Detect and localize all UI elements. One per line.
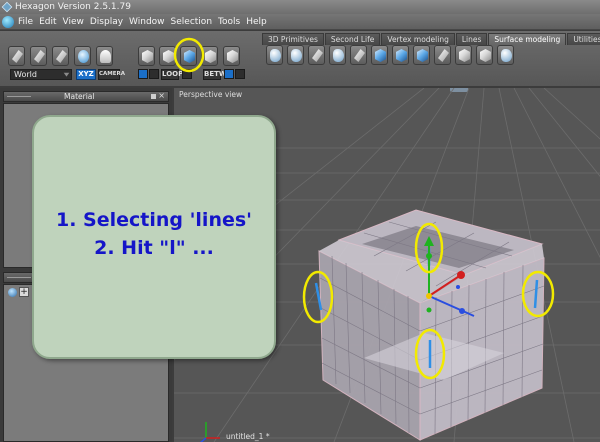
add-icon[interactable]: +: [19, 287, 29, 297]
select-points-button[interactable]: [138, 46, 155, 66]
panel-handle-icon: [7, 277, 31, 278]
tool-tabs: 3D Primitives Second Life Vertex modelin…: [262, 33, 600, 45]
menu-file[interactable]: File: [18, 14, 33, 30]
slice-icon: [438, 49, 449, 62]
menu-window[interactable]: Window: [129, 14, 165, 30]
coordinate-system-value: World: [14, 70, 37, 79]
instruction-callout: 1. Selecting 'lines' 2. Hit "l" ...: [32, 115, 276, 359]
surface-tool-2[interactable]: [287, 45, 304, 65]
disc-icon: [78, 50, 89, 63]
cube-all-icon: [227, 50, 238, 63]
hexagon-app-icon: [1, 1, 13, 13]
stack-icon: [459, 49, 470, 62]
coordinate-system-select[interactable]: World: [10, 69, 72, 80]
smooth-icon: [375, 49, 386, 62]
cube-points-icon: [142, 50, 153, 63]
lasso-icon: [34, 50, 45, 63]
menu-bar: File Edit View Display Window Selection …: [0, 14, 600, 30]
tab-second-life[interactable]: Second Life: [324, 33, 381, 45]
selection-option-toggle[interactable]: [138, 69, 148, 79]
callout-line-1: 1. Selecting 'lines': [55, 209, 252, 231]
shell-icon: [396, 49, 407, 62]
sphere-tool-button[interactable]: [74, 46, 91, 66]
material-panel-title: Material: [64, 92, 95, 101]
selection-extra-toggle[interactable]: [224, 69, 234, 79]
extrude-icon: [312, 49, 323, 62]
xyz-button[interactable]: XYZ: [76, 69, 96, 80]
menu-selection[interactable]: Selection: [171, 14, 212, 30]
tab-3d-primitives[interactable]: 3D Primitives: [262, 33, 324, 45]
menu-tools[interactable]: Tools: [218, 14, 240, 30]
selection-view-toggle[interactable]: [235, 69, 245, 79]
select-all-button[interactable]: [223, 46, 240, 66]
surface-tool-6[interactable]: [371, 45, 388, 65]
globe-icon[interactable]: [8, 288, 17, 297]
title-bar: Hexagon Version 2.5.1.79: [0, 0, 600, 14]
sweep-icon: [291, 49, 302, 62]
tab-utilities[interactable]: Utilities: [567, 33, 600, 45]
surface-tool-3[interactable]: [308, 45, 325, 65]
ghost-icon: [100, 50, 111, 63]
surface-tool-7[interactable]: [392, 45, 409, 65]
surface-tool-9[interactable]: [434, 45, 451, 65]
app-logo-icon[interactable]: [2, 16, 14, 28]
panel-close-icon[interactable]: ×: [158, 91, 165, 100]
camera-button[interactable]: CAMERA: [98, 69, 125, 80]
panel-handle-icon: [7, 96, 31, 97]
panel-pin-icon[interactable]: [151, 94, 156, 99]
menu-help[interactable]: Help: [246, 14, 267, 30]
ghost-tool-button[interactable]: [96, 46, 113, 66]
selection-pick-toggle[interactable]: [149, 69, 159, 79]
box-icon: [480, 49, 491, 62]
tab-lines[interactable]: Lines: [455, 33, 488, 45]
chevron-down-icon: [63, 72, 70, 77]
surface-tool-10[interactable]: [455, 45, 472, 65]
bevel-icon: [354, 49, 365, 62]
tab-surface-modeling[interactable]: Surface modeling: [488, 33, 567, 45]
surface-tool-11[interactable]: [476, 45, 493, 65]
menu-view[interactable]: View: [63, 14, 84, 30]
document-name: untitled_1 *: [226, 432, 270, 441]
select-tool-button[interactable]: [8, 46, 25, 66]
lasso-tool-button[interactable]: [30, 46, 47, 66]
paint-tool-button[interactable]: [52, 46, 69, 66]
highlight-ring-toolbar: [173, 37, 205, 73]
arrow-tool-icon: [12, 50, 23, 63]
menu-display[interactable]: Display: [90, 14, 123, 30]
brush-icon: [56, 50, 67, 63]
loft-icon: [333, 49, 344, 62]
surface-tool-4[interactable]: [329, 45, 346, 65]
surface-tool-8[interactable]: [413, 45, 430, 65]
callout-line-2: 2. Hit "l" ...: [94, 237, 214, 259]
window-title: Hexagon Version 2.5.1.79: [15, 2, 131, 12]
material-panel-header[interactable]: Material ×: [3, 91, 169, 102]
menu-edit[interactable]: Edit: [39, 14, 56, 30]
cube-blue-icon: [417, 49, 428, 62]
surface-tool-1[interactable]: [266, 45, 283, 65]
gear-icon: [501, 49, 512, 62]
blob-icon: [270, 49, 281, 62]
surface-tool-5[interactable]: [350, 45, 367, 65]
cube-object-icon: [205, 50, 216, 63]
surface-tool-12[interactable]: [497, 45, 514, 65]
tab-vertex-modeling[interactable]: Vertex modeling: [381, 33, 455, 45]
